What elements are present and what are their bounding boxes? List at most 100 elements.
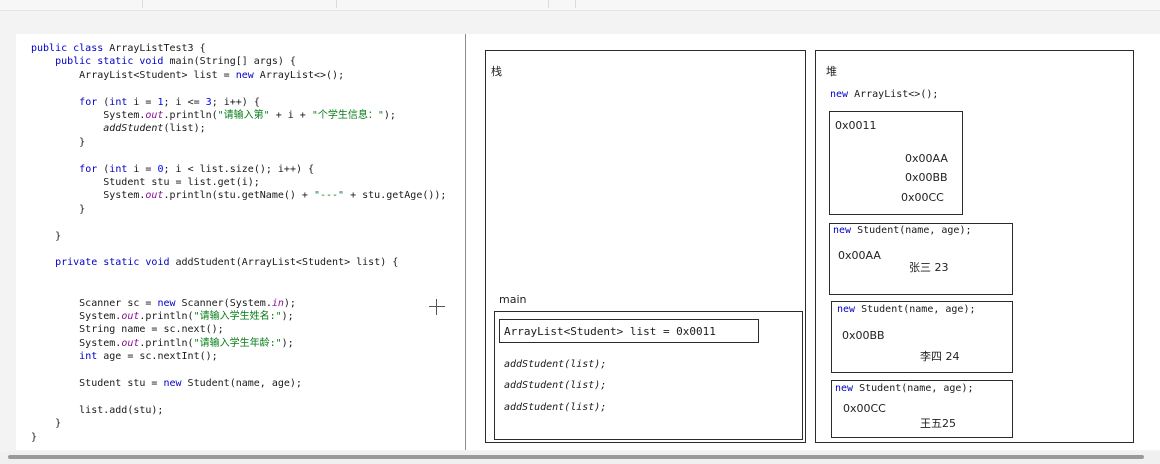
code-line: list.add(stu);: [31, 404, 163, 417]
code-line: System.out.println("请输入学生年龄:");: [31, 337, 294, 350]
code-token: }: [31, 137, 86, 148]
student-new-expression-2: new Student(name, age);: [837, 304, 975, 315]
student-name: 王五: [920, 417, 942, 430]
add-student-call-2: addStudent(list);: [504, 380, 607, 391]
code-token: int: [79, 351, 104, 362]
student-address-3: 0x00CC: [843, 402, 886, 415]
code-token: System.: [31, 338, 122, 349]
code-line: private static void addStudent(ArrayList…: [31, 256, 398, 269]
code-token: ArrayList<>();: [259, 70, 345, 81]
code-token: );: [281, 311, 294, 322]
code-line: Student stu = new Student(name, age);: [31, 377, 302, 390]
code-line: public static void main(String[] args) {: [31, 55, 296, 68]
list-variable: ArrayList<Student> list = 0x0011: [504, 325, 716, 338]
code-token: main(String[] args) {: [169, 56, 296, 67]
code-token: out: [121, 338, 140, 349]
code-token: "请输入第": [217, 110, 270, 121]
code-token: out: [121, 311, 140, 322]
tab-separator: [336, 0, 337, 8]
code-line: ArrayList<Student> list = new ArrayList<…: [31, 69, 344, 82]
code-token: addStudent: [103, 123, 164, 134]
code-token: );: [281, 338, 294, 349]
add-student-call-3: addStudent(list);: [504, 402, 607, 413]
code-token: new: [157, 298, 182, 309]
student-name: 张三: [909, 261, 931, 274]
code-token: }: [31, 231, 62, 242]
code-token: age = sc.nextInt();: [103, 351, 218, 362]
code-token: );: [383, 110, 396, 121]
code-token: private static void: [55, 257, 176, 268]
student-fields-2: 李四 24: [920, 348, 960, 364]
code-token: String name = sc.next();: [31, 324, 224, 335]
arraylist-ref-1: 0x00AA: [905, 152, 948, 165]
code-token: Student stu =: [31, 378, 164, 389]
code-token: new: [163, 378, 188, 389]
stack-title: 栈: [491, 65, 502, 78]
code-token: ; i < list.size(); i++) {: [163, 164, 315, 175]
java-code-block: public class ArrayListTest3 { public sta…: [31, 42, 461, 444]
code-token: }: [31, 432, 38, 443]
code-token: int: [109, 164, 134, 175]
code-token: ; i <=: [163, 97, 206, 108]
main-frame-label: main: [499, 293, 527, 306]
code-line: }: [31, 431, 37, 444]
arraylist-new-expression: new ArrayList<>();: [830, 89, 938, 100]
code-token: in: [271, 298, 284, 309]
code-line: String name = sc.next();: [31, 323, 224, 336]
code-line: public class ArrayListTest3 {: [31, 42, 206, 55]
code-line: for (int i = 1; i <= 3; i++) {: [31, 96, 260, 109]
code-line: System.out.println("请输入学生姓名:");: [31, 310, 294, 323]
crosshair-cursor-icon: [429, 299, 445, 315]
student-address-2: 0x00BB: [842, 329, 885, 342]
code-token: .println(: [139, 311, 194, 322]
tab-separator: [548, 0, 549, 8]
student-new-expression-3: new Student(name, age);: [835, 383, 973, 394]
code-token: list.add(stu);: [31, 405, 164, 416]
code-line: System.out.println(stu.getName() + "---"…: [31, 189, 446, 202]
code-token: public class: [31, 43, 110, 54]
student-fields-1: 张三 23: [909, 259, 949, 275]
student-ctor: Student(name, age);: [861, 304, 976, 315]
top-tab-strip: [0, 0, 1160, 11]
code-token: .println(: [163, 110, 218, 121]
code-token: int: [109, 97, 134, 108]
code-token: for: [79, 97, 104, 108]
student-name: 李四: [920, 350, 942, 363]
code-token: }: [31, 418, 62, 429]
code-token: System.: [31, 190, 146, 201]
code-token: "请输入学生年龄:": [193, 338, 282, 349]
code-token: "个学生信息：": [311, 110, 384, 121]
code-token: i =: [133, 164, 158, 175]
new-keyword: new: [835, 383, 854, 394]
code-token: ArrayList<Student> list =: [31, 70, 236, 81]
arraylist-address: 0x0011: [835, 119, 877, 132]
code-token: + i +: [269, 110, 312, 121]
code-token: ArrayListTest3 {: [109, 43, 206, 54]
code-token: .println(: [139, 338, 194, 349]
code-token: out: [145, 190, 164, 201]
code-token: "请输入学生姓名:": [193, 311, 282, 322]
scrollbar-thumb[interactable]: [8, 455, 1144, 459]
code-token: out: [145, 110, 164, 121]
code-token: public static void: [31, 56, 170, 67]
code-line: }: [31, 417, 61, 430]
panel-divider: [465, 34, 466, 450]
new-keyword: new: [837, 304, 856, 315]
code-token: addStudent(ArrayList<Student> list) {: [175, 257, 399, 268]
student-fields-3: 王五25: [920, 415, 956, 431]
code-line: }: [31, 203, 85, 216]
code-token: "---": [313, 190, 345, 201]
code-line: System.out.println("请输入第" + i + "个学生信息："…: [31, 109, 396, 122]
code-line: addStudent(list);: [31, 122, 205, 135]
code-token: + stu.getAge());: [344, 190, 447, 201]
add-student-call-1: addStudent(list);: [504, 359, 607, 370]
code-line: int age = sc.nextInt();: [31, 350, 218, 363]
code-token: System.: [31, 311, 122, 322]
code-token: for: [79, 164, 104, 175]
arraylist-ref-3: 0x00CC: [901, 191, 944, 204]
